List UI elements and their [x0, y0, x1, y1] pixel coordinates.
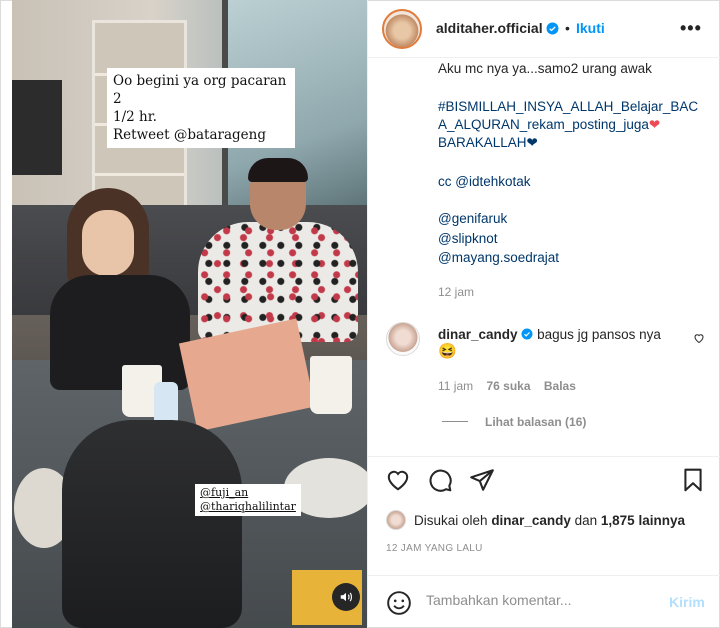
hashtag-line-3: BARAKALLAH❤ — [438, 134, 538, 152]
likes-prefix: Disukai oleh — [414, 512, 488, 528]
reply-button[interactable]: Balas — [544, 379, 576, 393]
comment-meta: 11 jam 76 suka Balas — [438, 379, 576, 393]
like-heart-icon[interactable] — [385, 467, 411, 493]
comment-like-icon[interactable] — [693, 332, 705, 344]
navy-heart-icon: ❤ — [526, 135, 538, 150]
verified-badge-icon — [521, 328, 533, 340]
author-username[interactable]: alditaher.official — [436, 20, 543, 36]
likes-summary: Disukai oleh dinar_candy dan 1,875 lainn… — [386, 510, 685, 530]
more-options-icon[interactable]: ••• — [680, 18, 702, 39]
verified-badge-icon — [546, 22, 559, 35]
likes-middle: dan — [574, 512, 598, 528]
comment-bubble-icon[interactable] — [427, 467, 453, 493]
emoji-smiley-icon[interactable] — [386, 590, 412, 616]
action-bar — [368, 456, 720, 502]
caption-timestamp[interactable]: 12 jam — [438, 285, 474, 299]
overlay-caption-line: Retweet @batarageng — [113, 127, 266, 143]
post-header: alditaher.official • Ikuti ••• — [368, 0, 720, 58]
post-timestamp[interactable]: 12 JAM YANG LALU — [386, 543, 483, 554]
laughing-emoji-icon: 😆 — [438, 343, 457, 360]
comment-time[interactable]: 11 jam — [438, 379, 473, 393]
likes-text: Disukai oleh dinar_candy dan 1,875 lainn… — [414, 513, 685, 528]
comment-bar: Kirim — [368, 575, 720, 628]
overlay-caption-line: Oo begini ya org pacaran 2 — [113, 73, 287, 107]
tag-thariqhalilintar: @thariqhalilintar — [200, 500, 296, 513]
share-paper-plane-icon[interactable] — [469, 467, 495, 493]
video-tags-overlay: @fuji_an @thariqhalilintar — [195, 484, 301, 516]
comment-likes[interactable]: 76 suka — [486, 379, 530, 393]
save-bookmark-icon[interactable] — [680, 467, 706, 493]
liker-avatar[interactable] — [386, 510, 406, 530]
caption-line: Aku mc nya ya...samo2 urang awak — [438, 61, 652, 76]
likes-count[interactable]: 1,875 lainnya — [601, 513, 685, 528]
mute-toggle-button[interactable] — [332, 583, 360, 611]
replies-divider-line — [442, 421, 468, 422]
video-caption-overlay: Oo begini ya org pacaran 2 1/2 hr. Retwe… — [107, 68, 295, 148]
tv — [12, 80, 62, 175]
separator-dot: • — [565, 20, 570, 36]
cc-mention[interactable]: cc @idtehkotak — [438, 173, 531, 191]
post-video[interactable]: Oo begini ya org pacaran 2 1/2 hr. Retwe… — [12, 0, 367, 628]
hashtag-link[interactable]: A_ALQURAN_rekam_posting_juga — [438, 117, 649, 132]
commenter-username[interactable]: dinar_candy — [438, 327, 518, 342]
author-avatar[interactable] — [382, 9, 422, 49]
hashtag-line-2: A_ALQURAN_rekam_posting_juga❤ — [438, 116, 660, 134]
mention-mayang[interactable]: @mayang.soedrajat — [438, 249, 559, 267]
post-sidebar: alditaher.official • Ikuti ••• Aku mc ny… — [367, 0, 720, 628]
post-comment-button[interactable]: Kirim — [669, 594, 705, 610]
comment-input[interactable] — [426, 592, 656, 608]
overlay-caption-line: 1/2 hr. — [113, 109, 157, 125]
follow-button[interactable]: Ikuti — [576, 20, 605, 36]
cup — [310, 356, 352, 414]
red-heart-icon: ❤ — [648, 117, 661, 132]
mention-slipknot[interactable]: @slipknot — [438, 230, 497, 248]
comment-text: bagus jg pansos nya — [537, 327, 661, 342]
hashtag-link[interactable]: #BISMILLAH_INSYA_ALLAH_Belajar_BAC — [438, 98, 698, 116]
speaker-icon — [340, 592, 352, 602]
person-man-hair — [248, 158, 308, 182]
mention-genifaruk[interactable]: @genifaruk — [438, 210, 507, 228]
person-girl-body — [50, 275, 190, 390]
view-replies-button[interactable]: Lihat balasan (16) — [485, 415, 586, 429]
hashtag-link[interactable]: BARAKALLAH — [438, 135, 527, 150]
tag-fuji-an: @fuji_an — [200, 486, 249, 499]
commenter-avatar[interactable] — [386, 322, 420, 356]
backpack — [62, 420, 242, 628]
comment-body: dinar_candy bagus jg pansos nya — [438, 326, 661, 344]
liker-username[interactable]: dinar_candy — [491, 513, 571, 528]
person-girl-face — [82, 210, 134, 276]
